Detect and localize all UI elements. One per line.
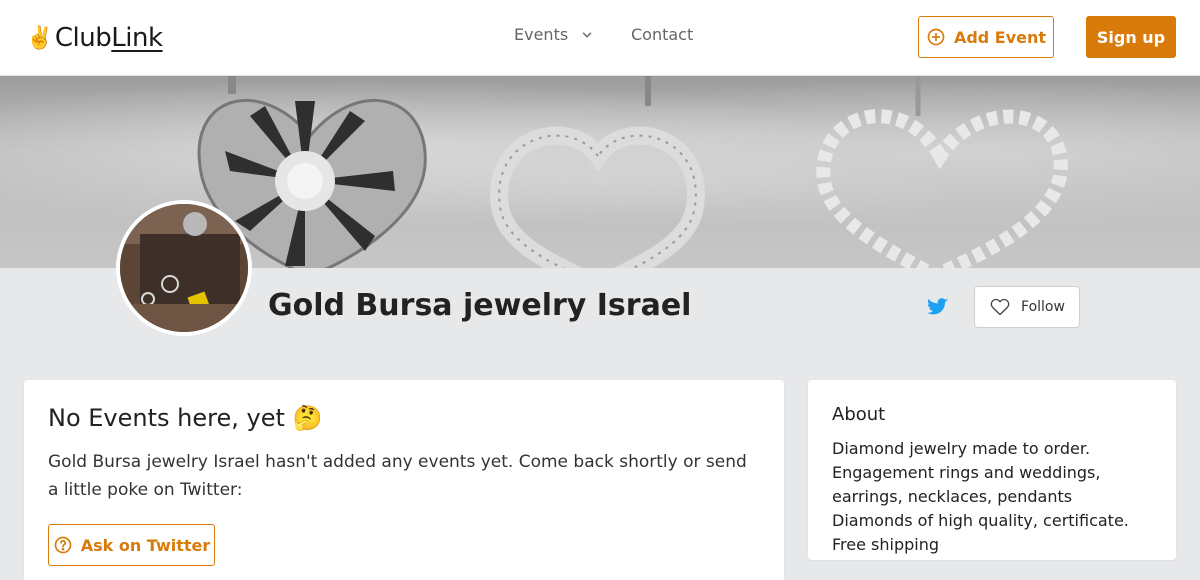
nav-events-dropdown[interactable]: Events — [514, 25, 594, 44]
follow-button[interactable]: Follow — [974, 286, 1080, 328]
add-event-button[interactable]: Add Event — [918, 16, 1054, 58]
ask-label: Ask on Twitter — [80, 535, 211, 555]
twitter-icon[interactable] — [926, 296, 950, 318]
organizer-avatar — [116, 200, 252, 336]
ask-on-twitter-button[interactable]: Ask on Twitter — [48, 524, 215, 566]
heart-icon — [990, 298, 1010, 316]
about-heading: About — [832, 404, 886, 425]
victory-hand-icon: ✌️ — [26, 25, 53, 51]
avatar-image — [120, 204, 248, 332]
events-message: Gold Bursa jewelry Israel hasn't added a… — [48, 452, 747, 500]
plus-circle-icon — [927, 28, 945, 46]
nav-events-label: Events — [514, 25, 569, 44]
logo-prefix: Club — [54, 23, 112, 53]
organizer-title: Gold Bursa jewelry Israel — [268, 288, 692, 323]
signup-button[interactable]: Sign up — [1086, 16, 1176, 58]
events-heading: No Events here, yet 🤔 — [48, 404, 323, 432]
logo-suffix: Link — [111, 23, 163, 53]
help-circle-icon — [54, 536, 72, 554]
site-logo[interactable]: ✌️ Club Link — [26, 20, 163, 56]
about-card: About Diamond jewelry made to order. Eng… — [808, 380, 1176, 560]
site-header: ✌️ Club Link Events Contact Add Event Sig… — [0, 0, 1200, 76]
add-event-label: Add Event — [953, 27, 1047, 47]
events-card: No Events here, yet 🤔 Gold Bursa jewelry… — [24, 380, 784, 580]
nav-contact-link[interactable]: Contact — [631, 25, 693, 44]
about-text: Diamond jewelry made to order. Engagemen… — [832, 439, 1129, 554]
follow-label: Follow — [1021, 299, 1065, 315]
chevron-down-icon — [582, 32, 592, 37]
